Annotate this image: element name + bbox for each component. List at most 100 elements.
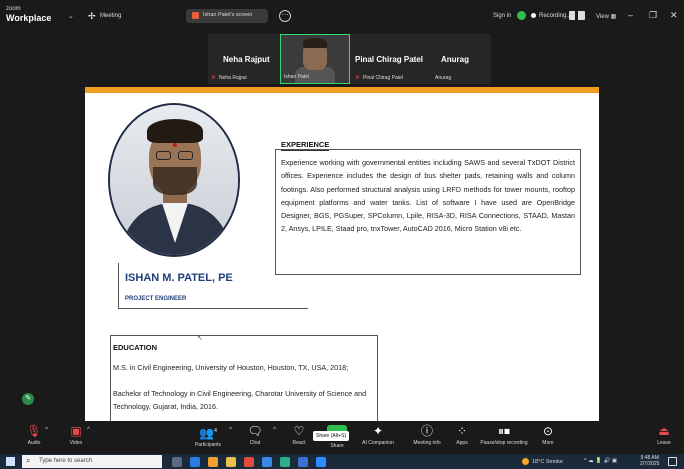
screen-share-icon <box>192 12 199 19</box>
slide-accent-bar <box>85 87 599 93</box>
sign-in-link[interactable]: Sign in <box>493 13 511 19</box>
search-icon: ⌕ <box>26 456 31 465</box>
brand-big: Workplace <box>6 13 52 23</box>
participants-button[interactable]: 👥4 Participants ^ <box>186 421 232 454</box>
participant-tile[interactable]: Pinal Chirag Patel ✕ Pinal Chirag Patel <box>352 34 430 84</box>
mic-muted-icon: 🎙 <box>26 424 42 438</box>
edge-icon[interactable] <box>190 457 200 467</box>
chevron-up-icon[interactable]: ^ <box>273 427 276 433</box>
participants-label: Participants <box>194 442 222 448</box>
word-icon[interactable] <box>298 457 308 467</box>
chevron-up-icon[interactable]: ^ <box>45 427 48 433</box>
meeting-label[interactable]: Meeting <box>100 13 121 19</box>
chevron-down-icon[interactable]: ⌄ <box>68 12 74 20</box>
meeting-icon[interactable]: ✢ <box>88 11 96 22</box>
pause-recording-label: Pause/stop recording <box>480 440 528 446</box>
ai-companion-button[interactable]: ✦ AI Companion <box>352 421 404 454</box>
share-tooltip: Share (Alt+S) <box>313 431 350 441</box>
screen-share-pill[interactable]: Ishan Patel's screen <box>186 9 268 23</box>
notification-icon[interactable] <box>668 457 677 466</box>
windows-taskbar: ⌕ Type here to search 18°C Smoke ^ ☁ 🔋 🔊… <box>0 454 684 469</box>
education-entry: M.S. in Civil Engineering, University of… <box>113 363 349 372</box>
participant-tile[interactable]: Neha Rajput ✕ Neha Rajput <box>208 34 278 84</box>
audio-button[interactable]: 🎙 Audio ^ <box>14 421 54 454</box>
zoom-app-icon[interactable] <box>316 457 326 467</box>
participant-name: Neha Rajput <box>223 55 270 64</box>
close-icon[interactable]: ✕ <box>670 10 678 21</box>
pause-recording-button[interactable]: ⏸⏹ Pause/stop recording <box>474 421 534 454</box>
minimize-icon[interactable]: – <box>628 10 633 20</box>
more-options-icon[interactable]: ⋯ <box>279 10 291 22</box>
firefox-icon[interactable] <box>208 457 218 467</box>
screen: { "app": { "brand_small": "zoom", "brand… <box>0 0 684 469</box>
experience-text: Experience working with governmental ent… <box>281 158 575 234</box>
chat-button[interactable]: 🗨 Chat ^ <box>236 421 276 454</box>
education-heading: EDUCATION <box>113 343 158 352</box>
more-icon: ⊙ <box>542 424 554 438</box>
weather-widget[interactable]: 18°C Smoke <box>522 458 563 465</box>
video-off-icon: ▣ <box>70 424 82 438</box>
more-button[interactable]: ⊙ More <box>528 421 568 454</box>
view-label: View <box>596 14 609 20</box>
ai-companion-label: AI Companion <box>362 440 394 446</box>
leave-icon: ⏏ <box>658 424 670 438</box>
participant-name: Pinal Chirag Patel <box>355 55 424 64</box>
participant-label: Anurag <box>435 75 452 81</box>
task-view-icon[interactable] <box>172 457 182 467</box>
windows-start-icon[interactable] <box>6 457 15 466</box>
profile-photo <box>108 103 240 257</box>
sun-icon <box>522 458 529 465</box>
search-placeholder: Type here to search <box>39 458 93 464</box>
participant-label: Ishan Patel <box>284 74 310 80</box>
chevron-up-icon[interactable]: ^ <box>229 427 232 433</box>
participants-icon: 👥4 <box>199 426 217 440</box>
taskbar-search[interactable]: ⌕ Type here to search <box>22 455 162 468</box>
zoom-title-bar: zoom Workplace ⌄ ✢ Meeting Ishan Patel's… <box>0 0 684 32</box>
pause-icon: ⏸⏹ <box>497 424 510 438</box>
mic-muted-icon: ✕ <box>355 75 361 81</box>
video-feed-hair <box>303 38 327 48</box>
participant-count: 4 <box>214 428 217 434</box>
file-explorer-icon[interactable] <box>226 457 236 467</box>
screen-share-label: Ishan Patel's screen <box>203 12 253 18</box>
teams-icon[interactable] <box>280 457 290 467</box>
system-tray[interactable]: ^ ☁ 🔋 🔊 ▣ <box>584 458 617 464</box>
audio-label: Audio <box>27 440 41 446</box>
mic-muted-icon: ✕ <box>211 75 217 81</box>
chevron-up-icon[interactable]: ^ <box>87 427 90 433</box>
video-button[interactable]: ▣ Video ^ <box>56 421 96 454</box>
chat-bubble-icon[interactable]: ✎ <box>22 393 34 405</box>
person-name: ISHAN M. PATEL, PE <box>125 272 233 284</box>
participant-name: Anurag <box>441 55 469 64</box>
share-label: Share <box>330 443 344 449</box>
more-label: More <box>542 440 554 446</box>
outlook-icon[interactable] <box>262 457 272 467</box>
weather-text: 18°C Smoke <box>532 458 563 465</box>
chrome-icon[interactable] <box>244 457 254 467</box>
recording-status[interactable]: Recording... <box>539 13 571 19</box>
participant-tile-video[interactable]: Ishan Patel <box>280 34 350 84</box>
recording-controls[interactable] <box>569 11 585 20</box>
recording-dot-icon <box>531 13 536 18</box>
shared-screen-content: ISHAN M. PATEL, PE PROJECT ENGINEER EXPE… <box>85 87 599 421</box>
view-button[interactable]: View ▦ <box>596 13 616 20</box>
taskbar-clock[interactable]: 9:48 AM 2/7/2025 <box>640 455 659 467</box>
participant-tile[interactable]: Anurag Anurag <box>432 34 491 84</box>
zoom-logo[interactable]: zoom Workplace <box>6 5 51 23</box>
chat-label: Chat <box>249 440 261 446</box>
education-entry: Bachelor of Technology in Civil Engineer… <box>113 389 367 411</box>
react-label: React <box>292 440 306 446</box>
video-label: Video <box>69 440 83 446</box>
chat-icon: 🗨 <box>247 424 263 438</box>
security-shield-icon[interactable] <box>517 11 526 20</box>
sparkle-icon: ✦ <box>372 424 384 438</box>
participant-label: Neha Rajput <box>219 75 247 81</box>
leave-label: Leave <box>657 440 671 446</box>
person-role: PROJECT ENGINEER <box>125 296 187 302</box>
leave-button[interactable]: ⏏ Leave <box>646 421 682 454</box>
mouse-cursor-icon: ↖ <box>197 335 203 342</box>
participant-label: Pinal Chirag Patel <box>363 75 404 81</box>
clock-date: 2/7/2025 <box>640 461 660 467</box>
restore-icon[interactable]: ❐ <box>649 10 657 21</box>
participant-strip: Neha Rajput ✕ Neha Rajput Ishan Patel Pi… <box>208 34 491 84</box>
